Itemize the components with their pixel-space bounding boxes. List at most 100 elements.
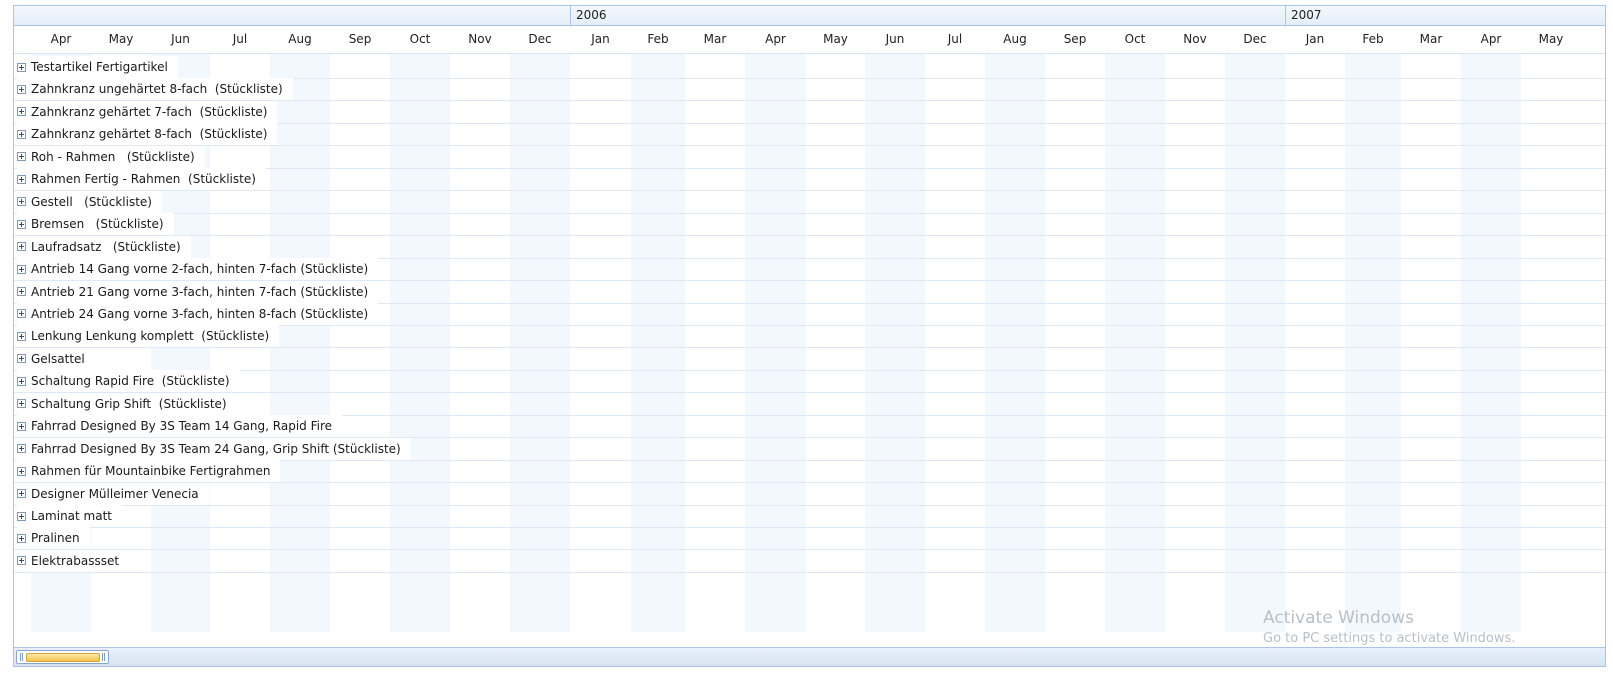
activation-watermark: Activate Windows Go to PC settings to ac… <box>1263 606 1515 648</box>
task-label: Pralinen <box>31 531 80 546</box>
expand-plus-icon[interactable] <box>17 287 26 296</box>
task-label: Gelsattel <box>31 351 85 366</box>
year-header: 2006 2007 <box>14 6 1605 26</box>
scrollbar-thumb[interactable] <box>16 650 109 664</box>
month-label: Apr <box>765 32 786 46</box>
expand-plus-icon[interactable] <box>17 197 26 207</box>
expand-plus-icon[interactable] <box>17 174 26 184</box>
task-row[interactable]: Zahnkranz gehärtet 7-fach (Stückliste) <box>14 100 1605 124</box>
task-row[interactable]: Antrieb 21 Gang vorne 3-fach, hinten 7-f… <box>14 280 1605 304</box>
task-row-header: Bremsen (Stückliste) <box>17 213 174 236</box>
task-row[interactable]: Fahrrad Designed By 3S Team 14 Gang, Rap… <box>14 415 1605 439</box>
expand-plus-icon[interactable] <box>17 421 26 431</box>
expand-plus-icon[interactable] <box>17 129 26 139</box>
scroll-range-fill <box>26 653 100 662</box>
year-label: 2007 <box>1285 6 1605 25</box>
task-row[interactable]: Antrieb 24 Gang vorne 3-fach, hinten 8-f… <box>14 302 1605 326</box>
month-label: Apr <box>50 32 72 46</box>
month-label: Mar <box>703 32 727 46</box>
grip-icon <box>102 653 103 661</box>
month-label: Jun <box>885 32 905 46</box>
expand-plus-icon[interactable] <box>17 489 26 499</box>
task-row[interactable]: Testartikel Fertigartikel <box>14 56 1605 79</box>
expand-plus-icon[interactable] <box>17 242 26 252</box>
task-row[interactable]: Fahrrad Designed By 3S Team 24 Gang, Gri… <box>14 437 1605 461</box>
month-label: Oct <box>1124 32 1146 46</box>
task-row[interactable]: Designer Mülleimer Venecia <box>14 482 1605 506</box>
task-label: Antrieb 21 Gang vorne 3-fach, hinten 7-f… <box>31 284 369 299</box>
expand-plus-icon[interactable] <box>17 309 26 319</box>
expand-plus-icon[interactable] <box>17 354 26 364</box>
expand-plus-icon[interactable] <box>17 152 26 162</box>
expand-plus-icon[interactable] <box>17 107 26 117</box>
task-row[interactable]: Pralinen <box>14 527 1605 551</box>
task-row-header: Gelsattel <box>17 347 95 370</box>
task-row[interactable]: Elektrabassset <box>14 549 1605 573</box>
expand-plus-icon[interactable] <box>17 556 26 566</box>
month-label: Jan <box>591 32 610 46</box>
task-row-header: Lenkung Lenkung komplett (Stückliste) <box>17 325 280 348</box>
horizontal-scrollbar[interactable] <box>14 647 1605 666</box>
month-label: Jun <box>171 32 190 46</box>
task-label: Antrieb 14 Gang vorne 2-fach, hinten 7-f… <box>31 262 369 277</box>
task-row[interactable]: Zahnkranz ungehärtet 8-fach (Stückliste) <box>14 78 1605 102</box>
month-label: Jul <box>947 32 963 46</box>
expand-plus-icon[interactable] <box>17 84 26 94</box>
task-row-header: Antrieb 21 Gang vorne 3-fach, hinten 7-f… <box>17 280 379 303</box>
task-row[interactable]: Gelsattel <box>14 347 1605 371</box>
task-row[interactable]: Roh - Rahmen (Stückliste) <box>14 145 1605 169</box>
month-label: Oct <box>409 32 431 46</box>
task-label: Zahnkranz gehärtet 8-fach (Stückliste) <box>31 127 268 142</box>
task-label: Zahnkranz ungehärtet 8-fach (Stückliste) <box>31 82 283 97</box>
task-row[interactable]: Laufradsatz (Stückliste) <box>14 235 1605 259</box>
task-label: Elektrabassset <box>31 553 120 568</box>
expand-plus-icon[interactable] <box>17 444 26 454</box>
task-row[interactable]: Rahmen Fertig - Rahmen (Stückliste) <box>14 168 1605 192</box>
task-row-header: Laminat matt <box>17 505 122 527</box>
expand-plus-icon[interactable] <box>17 533 26 543</box>
task-row[interactable]: Schaltung Grip Shift (Stückliste) <box>14 392 1605 416</box>
month-label: Dec <box>528 32 552 46</box>
month-label: Sep <box>348 32 372 46</box>
task-label: Rahmen Fertig - Rahmen (Stückliste) <box>31 172 256 187</box>
expand-plus-icon[interactable] <box>17 219 26 229</box>
task-row-header: Elektrabassset <box>17 549 130 572</box>
month-label: Aug <box>1003 32 1027 46</box>
expand-plus-icon[interactable] <box>17 399 26 409</box>
task-row[interactable]: Gestell (Stückliste) <box>14 190 1605 214</box>
expand-plus-icon[interactable] <box>17 62 26 72</box>
month-label: May <box>1538 32 1564 46</box>
month-label: Apr <box>1480 32 1502 46</box>
expand-plus-icon[interactable] <box>17 466 26 476</box>
task-row-header: Schaltung Rapid Fire (Stückliste) <box>17 370 240 393</box>
task-label: Bremsen (Stückliste) <box>31 217 164 232</box>
task-row-header: Fahrrad Designed By 3S Team 14 Gang, Rap… <box>17 415 343 438</box>
task-row-header: Testartikel Fertigartikel <box>17 56 178 78</box>
task-row[interactable]: Lenkung Lenkung komplett (Stückliste) <box>14 325 1605 349</box>
year-label: 2006 <box>570 6 1285 25</box>
month-label: Sep <box>1063 32 1087 46</box>
month-label: Mar <box>1419 32 1443 46</box>
task-row[interactable]: Schaltung Rapid Fire (Stückliste) <box>14 370 1605 394</box>
expand-plus-icon[interactable] <box>17 264 26 274</box>
task-row-header: Schaltung Grip Shift (Stückliste) <box>17 392 237 415</box>
month-label: Feb <box>1362 32 1384 46</box>
task-row-header: Antrieb 14 Gang vorne 2-fach, hinten 7-f… <box>17 258 379 281</box>
task-row[interactable]: Laminat matt <box>14 505 1605 528</box>
month-label: May <box>823 32 848 46</box>
task-label: Zahnkranz gehärtet 7-fach (Stückliste) <box>31 104 268 119</box>
task-row-header: Fahrrad Designed By 3S Team 24 Gang, Gri… <box>17 437 411 460</box>
grip-icon <box>22 653 23 661</box>
task-row[interactable]: Antrieb 14 Gang vorne 2-fach, hinten 7-f… <box>14 258 1605 282</box>
grip-icon <box>20 653 21 661</box>
task-label: Lenkung Lenkung komplett (Stückliste) <box>31 329 270 344</box>
expand-plus-icon[interactable] <box>17 376 26 386</box>
task-row[interactable]: Zahnkranz gehärtet 8-fach (Stückliste) <box>14 123 1605 147</box>
expand-plus-icon[interactable] <box>17 331 26 341</box>
task-row[interactable]: Rahmen für Mountainbike Fertigrahmen <box>14 460 1605 484</box>
task-row[interactable]: Bremsen (Stückliste) <box>14 213 1605 237</box>
month-label: May <box>108 32 134 46</box>
month-label: Dec <box>1243 32 1267 46</box>
month-label: Nov <box>468 32 492 46</box>
expand-plus-icon[interactable] <box>17 511 26 521</box>
